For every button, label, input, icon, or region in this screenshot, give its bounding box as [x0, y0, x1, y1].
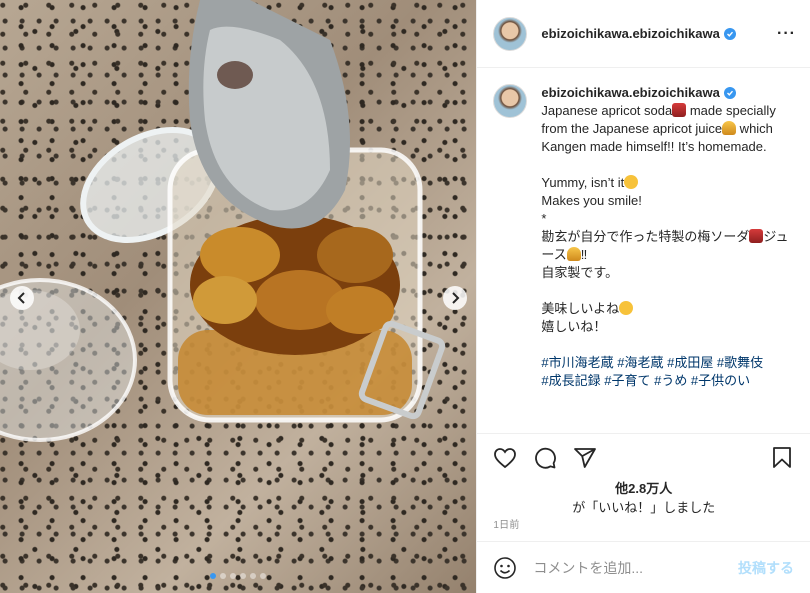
post-actions: 他2.8万人 が「いいね！」しました [477, 433, 810, 519]
emoji-picker-button[interactable] [493, 556, 517, 580]
post-header: ebizoichikawa.ebizoichikawa ··· [477, 0, 810, 68]
more-options-button[interactable]: ··· [777, 25, 796, 43]
action-icons [493, 442, 794, 474]
avatar[interactable] [493, 16, 528, 51]
carousel-dot [220, 573, 226, 579]
caption-line: Japanese apricot soda [541, 103, 673, 118]
comment-button[interactable] [533, 446, 557, 470]
hashtags-link[interactable]: #市川海老蔵 #海老蔵 #成田屋 #歌舞伎 #成長記録 #子育て #うめ #子供… [541, 355, 763, 388]
comment-input[interactable] [531, 558, 738, 577]
carousel-dot [210, 573, 216, 579]
next-photo-button[interactable] [443, 286, 467, 310]
carousel-dot [260, 573, 266, 579]
instagram-post: ebizoichikawa.ebizoichikawa ··· ebizoich… [0, 0, 810, 593]
smiley-icon [494, 556, 517, 579]
comment-icon [535, 447, 557, 469]
save-button[interactable] [770, 446, 794, 470]
carousel-indicator [210, 573, 266, 579]
post-photo[interactable] [0, 0, 477, 593]
caption-line: 美味しいよね [541, 301, 620, 316]
caption-text: Japanese apricot soda made specially fro… [541, 102, 794, 390]
caption-line: 嬉しいね！ [541, 319, 607, 334]
likes-count[interactable]: 他2.8万人 [493, 478, 794, 497]
post-timestamp[interactable]: 1日前 [477, 519, 810, 541]
post-sidebar: ebizoichikawa.ebizoichikawa ··· ebizoich… [476, 0, 810, 593]
drink-emoji-icon [749, 229, 764, 243]
caption-username[interactable]: ebizoichikawa.ebizoichikawa [541, 84, 736, 102]
likes-text: が「いいね！」しました [572, 500, 716, 515]
comments-area: ebizoichikawa.ebizoichikawa Japanese apr… [477, 68, 810, 433]
previous-photo-button[interactable] [10, 286, 34, 310]
caption-avatar[interactable] [493, 84, 528, 118]
caption-body: ebizoichikawa.ebizoichikawa Japanese apr… [541, 84, 794, 390]
post-comment-button[interactable]: 投稿する [738, 558, 794, 578]
cocktail-emoji-icon [566, 247, 581, 261]
carousel-dot [230, 573, 236, 579]
verified-badge-icon [723, 87, 736, 99]
likes-summary[interactable]: 他2.8万人 が「いいね！」しました [493, 478, 794, 516]
like-button[interactable] [493, 446, 517, 470]
caption-line: Yummy, isn’t it [541, 175, 625, 190]
heart-icon [494, 448, 517, 469]
send-icon [574, 448, 597, 468]
photo-content [0, 0, 446, 442]
cocktail-emoji-icon [722, 121, 737, 135]
drink-emoji-icon [672, 103, 687, 117]
caption: ebizoichikawa.ebizoichikawa Japanese apr… [493, 84, 794, 390]
bookmark-icon [773, 447, 791, 468]
header-username[interactable]: ebizoichikawa.ebizoichikawa [541, 26, 719, 41]
caption-username-text[interactable]: ebizoichikawa.ebizoichikawa [541, 84, 719, 102]
add-comment-bar: 投稿する [477, 541, 810, 593]
carousel-dot [240, 573, 246, 579]
smile-emoji-icon [624, 175, 639, 189]
verified-badge-icon [723, 27, 736, 40]
share-button[interactable] [573, 446, 597, 470]
smile-emoji-icon [619, 301, 634, 315]
carousel-dot [250, 573, 256, 579]
chevron-right-icon [452, 292, 460, 304]
caption-line: Makes you smile! * 勘玄が自分で作った特製の梅ソーダ [541, 193, 750, 244]
chevron-left-icon [17, 292, 25, 304]
